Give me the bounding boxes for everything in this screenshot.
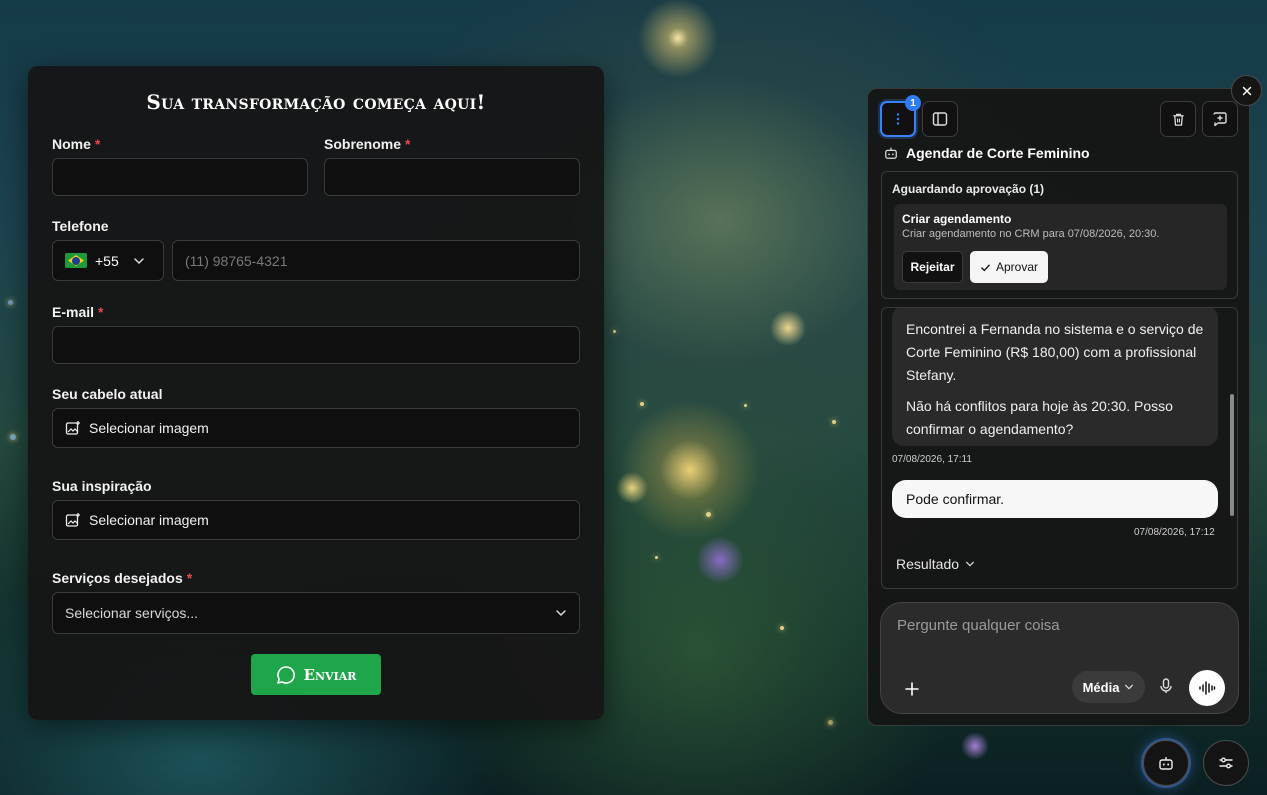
- brazil-flag-icon: [65, 253, 87, 268]
- chevron-down-icon: [134, 257, 144, 264]
- agent-message-paragraph: Encontrei a Fernanda no sistema e o serv…: [906, 321, 1204, 383]
- approval-item-description: Criar agendamento no CRM para 07/08/2026…: [902, 228, 1160, 240]
- close-icon: [1242, 86, 1251, 95]
- select-image-label: Selecionar imagem: [89, 512, 209, 528]
- services-placeholder: Selecionar serviços...: [65, 605, 199, 621]
- required-mark: *: [186, 570, 193, 586]
- settings-fab-button[interactable]: [1203, 740, 1249, 786]
- phone-label: Telefone: [52, 218, 109, 234]
- result-toggle[interactable]: Resultado: [896, 556, 975, 572]
- country-code: +55: [95, 252, 119, 269]
- approve-label: Aprovar: [995, 260, 1039, 274]
- signup-form-card: Sua transformação começa aqui! Nome * Sob…: [28, 66, 604, 720]
- sidebar-icon: [932, 112, 948, 126]
- check-icon: [981, 264, 990, 271]
- approval-item-title: Criar agendamento: [902, 212, 1012, 226]
- more-vertical-icon: [896, 113, 900, 125]
- submit-button[interactable]: Enviar: [251, 654, 381, 695]
- approval-item: Criar agendamento Criar agendamento no C…: [894, 204, 1227, 290]
- user-message-timestamp: 07/08/2026, 17:12: [1134, 527, 1215, 538]
- services-select[interactable]: Selecionar serviços...: [52, 592, 580, 634]
- first-name-label: Nome *: [52, 136, 101, 152]
- email-input[interactable]: [52, 326, 580, 364]
- required-mark: *: [405, 136, 411, 152]
- image-plus-icon: [65, 421, 80, 435]
- assistant-fab-button[interactable]: [1143, 740, 1189, 786]
- current-hair-label: Seu cabelo atual: [52, 386, 163, 402]
- inspiration-label: Sua inspiração: [52, 478, 152, 494]
- user-message: Pode confirmar.: [892, 480, 1218, 518]
- new-chat-icon: [1213, 112, 1227, 127]
- close-panel-button[interactable]: [1231, 75, 1262, 106]
- new-chat-button[interactable]: [1202, 101, 1238, 137]
- required-mark: *: [98, 304, 104, 320]
- first-name-input[interactable]: [52, 158, 308, 196]
- settings-sliders-icon: [1219, 757, 1233, 769]
- email-label: E-mail *: [52, 304, 104, 320]
- menu-button[interactable]: 1: [880, 95, 921, 137]
- result-label: Resultado: [896, 556, 960, 572]
- approve-button[interactable]: Aprovar: [970, 251, 1048, 283]
- robot-icon: [1159, 757, 1173, 770]
- services-label: Serviços desejados *: [52, 570, 193, 586]
- toggle-sidebar-button[interactable]: [922, 101, 958, 137]
- select-image-label: Selecionar imagem: [89, 420, 209, 436]
- country-code-select[interactable]: +55: [52, 240, 164, 281]
- agent-message-paragraph: Não há conflitos para hoje às 20:30. Pos…: [906, 398, 1173, 437]
- current-hair-image-button[interactable]: Selecionar imagem: [52, 408, 580, 448]
- voice-wave-icon: [1199, 681, 1216, 695]
- last-name-input[interactable]: [324, 158, 580, 196]
- chevron-down-icon: [556, 610, 566, 617]
- required-mark: *: [94, 136, 101, 152]
- delete-chat-button[interactable]: [1160, 101, 1196, 137]
- plus-icon[interactable]: [904, 681, 920, 697]
- agent-title-text: Agendar de Corte Feminino: [906, 145, 1090, 161]
- message-composer: Média: [880, 602, 1239, 714]
- whatsapp-icon: [276, 665, 295, 684]
- last-name-label: Sobrenome *: [324, 136, 411, 152]
- agent-message-timestamp: 07/08/2026, 17:11: [892, 454, 972, 465]
- effort-label: Média: [1082, 679, 1120, 695]
- message-input[interactable]: [897, 617, 1217, 634]
- approval-panel: Aguardando aprovação (1) Criar agendamen…: [881, 171, 1238, 299]
- inspiration-image-button[interactable]: Selecionar imagem: [52, 500, 580, 540]
- submit-label: Enviar: [303, 665, 357, 684]
- notification-badge: 1: [905, 95, 921, 111]
- assistant-panel: 1 Agendar de Corte Feminino Aguardando a…: [867, 88, 1250, 726]
- chevron-down-icon: [1125, 684, 1134, 690]
- phone-input[interactable]: [172, 240, 580, 281]
- chat-scrollbar[interactable]: [1229, 314, 1234, 584]
- trash-icon: [1172, 113, 1184, 126]
- voice-mode-button[interactable]: [1189, 670, 1225, 706]
- chevron-down-icon: [966, 561, 975, 567]
- scrollbar-thumb[interactable]: [1230, 394, 1234, 516]
- chat-messages[interactable]: Encontrei a Fernanda no sistema e o serv…: [881, 307, 1238, 589]
- mic-icon[interactable]: [1159, 678, 1173, 694]
- approval-heading: Aguardando aprovação (1): [892, 182, 1045, 196]
- robot-icon: [885, 147, 897, 159]
- effort-select[interactable]: Média: [1072, 671, 1145, 703]
- form-title: Sua transformação começa aqui!: [146, 90, 486, 114]
- agent-title: Agendar de Corte Feminino: [884, 145, 1090, 161]
- agent-message: Encontrei a Fernanda no sistema e o serv…: [892, 308, 1218, 446]
- image-plus-icon: [65, 513, 80, 527]
- reject-button[interactable]: Rejeitar: [902, 251, 963, 283]
